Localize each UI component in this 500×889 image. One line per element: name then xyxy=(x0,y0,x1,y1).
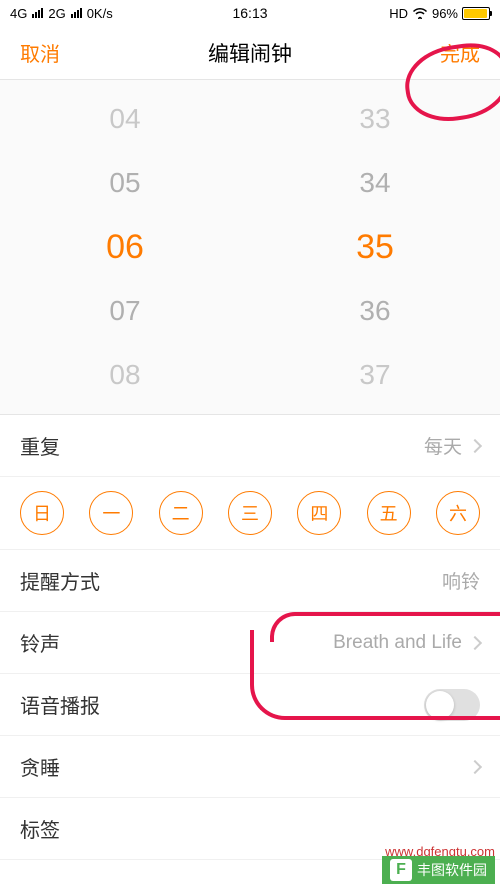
voice-row: 语音播报 xyxy=(0,674,500,736)
watermark-logo-icon: F xyxy=(390,859,412,881)
hour-picker[interactable]: 04 05 06 07 08 xyxy=(0,80,250,414)
status-time: 16:13 xyxy=(232,5,267,21)
network-2g-label: 2G xyxy=(48,6,65,21)
minute-option[interactable]: 33 xyxy=(250,87,500,151)
wifi-icon xyxy=(412,7,428,19)
ringtone-row[interactable]: 铃声 Breath and Life xyxy=(0,612,500,674)
watermark: F 丰图软件园 xyxy=(382,856,495,884)
battery-icon xyxy=(462,7,490,20)
minute-option[interactable]: 34 xyxy=(250,151,500,215)
voice-toggle[interactable] xyxy=(424,689,480,721)
reminder-label: 提醒方式 xyxy=(20,566,100,595)
cancel-button[interactable]: 取消 xyxy=(20,38,60,67)
ringtone-value: Breath and Life xyxy=(333,632,462,654)
minute-option[interactable]: 37 xyxy=(250,343,500,407)
reminder-value: 响铃 xyxy=(442,567,480,594)
minute-picker[interactable]: 33 34 35 36 37 xyxy=(250,80,500,414)
chevron-right-icon xyxy=(468,759,482,773)
battery-percent: 96% xyxy=(432,6,458,21)
reminder-row[interactable]: 提醒方式 响铃 xyxy=(0,550,500,612)
snooze-row[interactable]: 贪睡 xyxy=(0,736,500,798)
hour-option[interactable]: 08 xyxy=(0,343,250,407)
net-speed: 0K/s xyxy=(87,6,113,21)
repeat-value: 每天 xyxy=(424,432,462,459)
day-sun[interactable]: 日 xyxy=(20,491,64,535)
day-sat[interactable]: 六 xyxy=(436,491,480,535)
watermark-name: 丰图软件园 xyxy=(417,860,487,880)
time-picker[interactable]: 04 05 06 07 08 33 34 35 36 37 xyxy=(0,80,500,415)
day-thu[interactable]: 四 xyxy=(297,491,341,535)
hour-option[interactable]: 05 xyxy=(0,151,250,215)
voice-label: 语音播报 xyxy=(20,690,100,719)
network-4g-label: 4G xyxy=(10,6,27,21)
repeat-label: 重复 xyxy=(20,431,60,460)
hd-label: HD xyxy=(389,6,408,21)
hour-selected[interactable]: 06 xyxy=(0,215,250,279)
signal-bars-icon xyxy=(32,8,43,18)
hour-option[interactable]: 07 xyxy=(0,279,250,343)
chevron-right-icon xyxy=(468,438,482,452)
chevron-right-icon xyxy=(468,635,482,649)
days-selector: 日 一 二 三 四 五 六 xyxy=(0,477,500,550)
nav-bar: 取消 编辑闹钟 完成 xyxy=(0,26,500,80)
signal-bars-icon xyxy=(71,8,82,18)
day-tue[interactable]: 二 xyxy=(159,491,203,535)
ringtone-label: 铃声 xyxy=(20,628,60,657)
snooze-label: 贪睡 xyxy=(20,752,60,781)
done-button[interactable]: 完成 xyxy=(440,38,480,67)
minute-selected[interactable]: 35 xyxy=(250,215,500,279)
hour-option[interactable]: 04 xyxy=(0,87,250,151)
tag-label: 标签 xyxy=(20,814,60,843)
day-mon[interactable]: 一 xyxy=(89,491,133,535)
repeat-row[interactable]: 重复 每天 xyxy=(0,415,500,477)
page-title: 编辑闹钟 xyxy=(208,38,292,68)
day-wed[interactable]: 三 xyxy=(228,491,272,535)
minute-option[interactable]: 36 xyxy=(250,279,500,343)
day-fri[interactable]: 五 xyxy=(367,491,411,535)
settings-list: 重复 每天 日 一 二 三 四 五 六 提醒方式 响铃 铃声 Breath an… xyxy=(0,415,500,860)
status-bar: 4G 2G 0K/s 16:13 HD 96% xyxy=(0,0,500,26)
